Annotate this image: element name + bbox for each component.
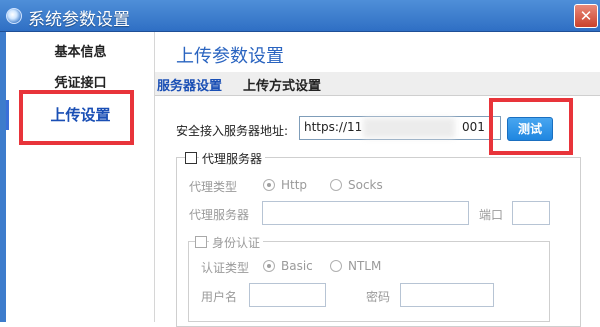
auth-type-label: 认证类型 [201,261,250,275]
proxy-server-label: 代理服务器 [189,208,250,222]
tab-upload-method-settings[interactable]: 上传方式设置 [243,75,321,94]
auth-ntlm-label: NTLM [348,259,382,273]
tab-strip: 服务器设置 上传方式设置 [155,72,600,96]
close-button[interactable]: ✕ [574,4,598,28]
password-input[interactable] [400,283,494,307]
auth-checkbox[interactable] [195,236,207,248]
proxy-port-label: 端口 [479,208,504,222]
proxy-socks-label: Socks [348,178,383,192]
auth-group-title: 身份认证 [209,234,264,251]
page-title: 上传参数设置 [176,46,284,67]
proxy-http-label: Http [281,178,308,192]
server-address-prefix: https://11 [304,120,363,134]
server-address-suffix: 001 [461,120,485,134]
redacted-region [363,118,455,138]
proxy-port-input[interactable] [512,201,550,225]
app-icon [6,8,22,24]
proxy-socks-radio[interactable] [330,179,342,191]
username-label: 用户名 [201,290,238,304]
username-input[interactable] [249,283,326,307]
auth-ntlm-radio[interactable] [330,260,342,272]
window-title: 系统参数设置 [28,10,130,30]
main-panel: 上传参数设置 服务器设置 上传方式设置 安全接入服务器地址: https://1… [155,32,600,327]
highlight-test-button [489,98,573,155]
proxy-http-radio[interactable] [263,179,275,191]
tab-server-settings[interactable]: 服务器设置 [157,75,222,94]
proxy-checkbox[interactable] [185,152,197,164]
close-icon: ✕ [579,7,593,25]
password-label: 密码 [366,290,391,304]
server-address-label: 安全接入服务器地址: [176,124,289,138]
sidebar-item-basic-info[interactable]: 基本信息 [6,39,155,67]
auth-basic-label: Basic [281,259,313,273]
proxy-group-title: 代理服务器 [199,150,266,167]
highlight-upload-settings [19,90,134,145]
sidebar: 基本信息 凭证接口 上传设置 [6,32,155,322]
auth-basic-radio[interactable] [263,260,275,272]
title-bar: 系统参数设置 ✕ [0,0,600,32]
proxy-type-label: 代理类型 [189,180,238,194]
proxy-server-input[interactable] [262,201,469,225]
auth-groupbox [188,241,550,322]
